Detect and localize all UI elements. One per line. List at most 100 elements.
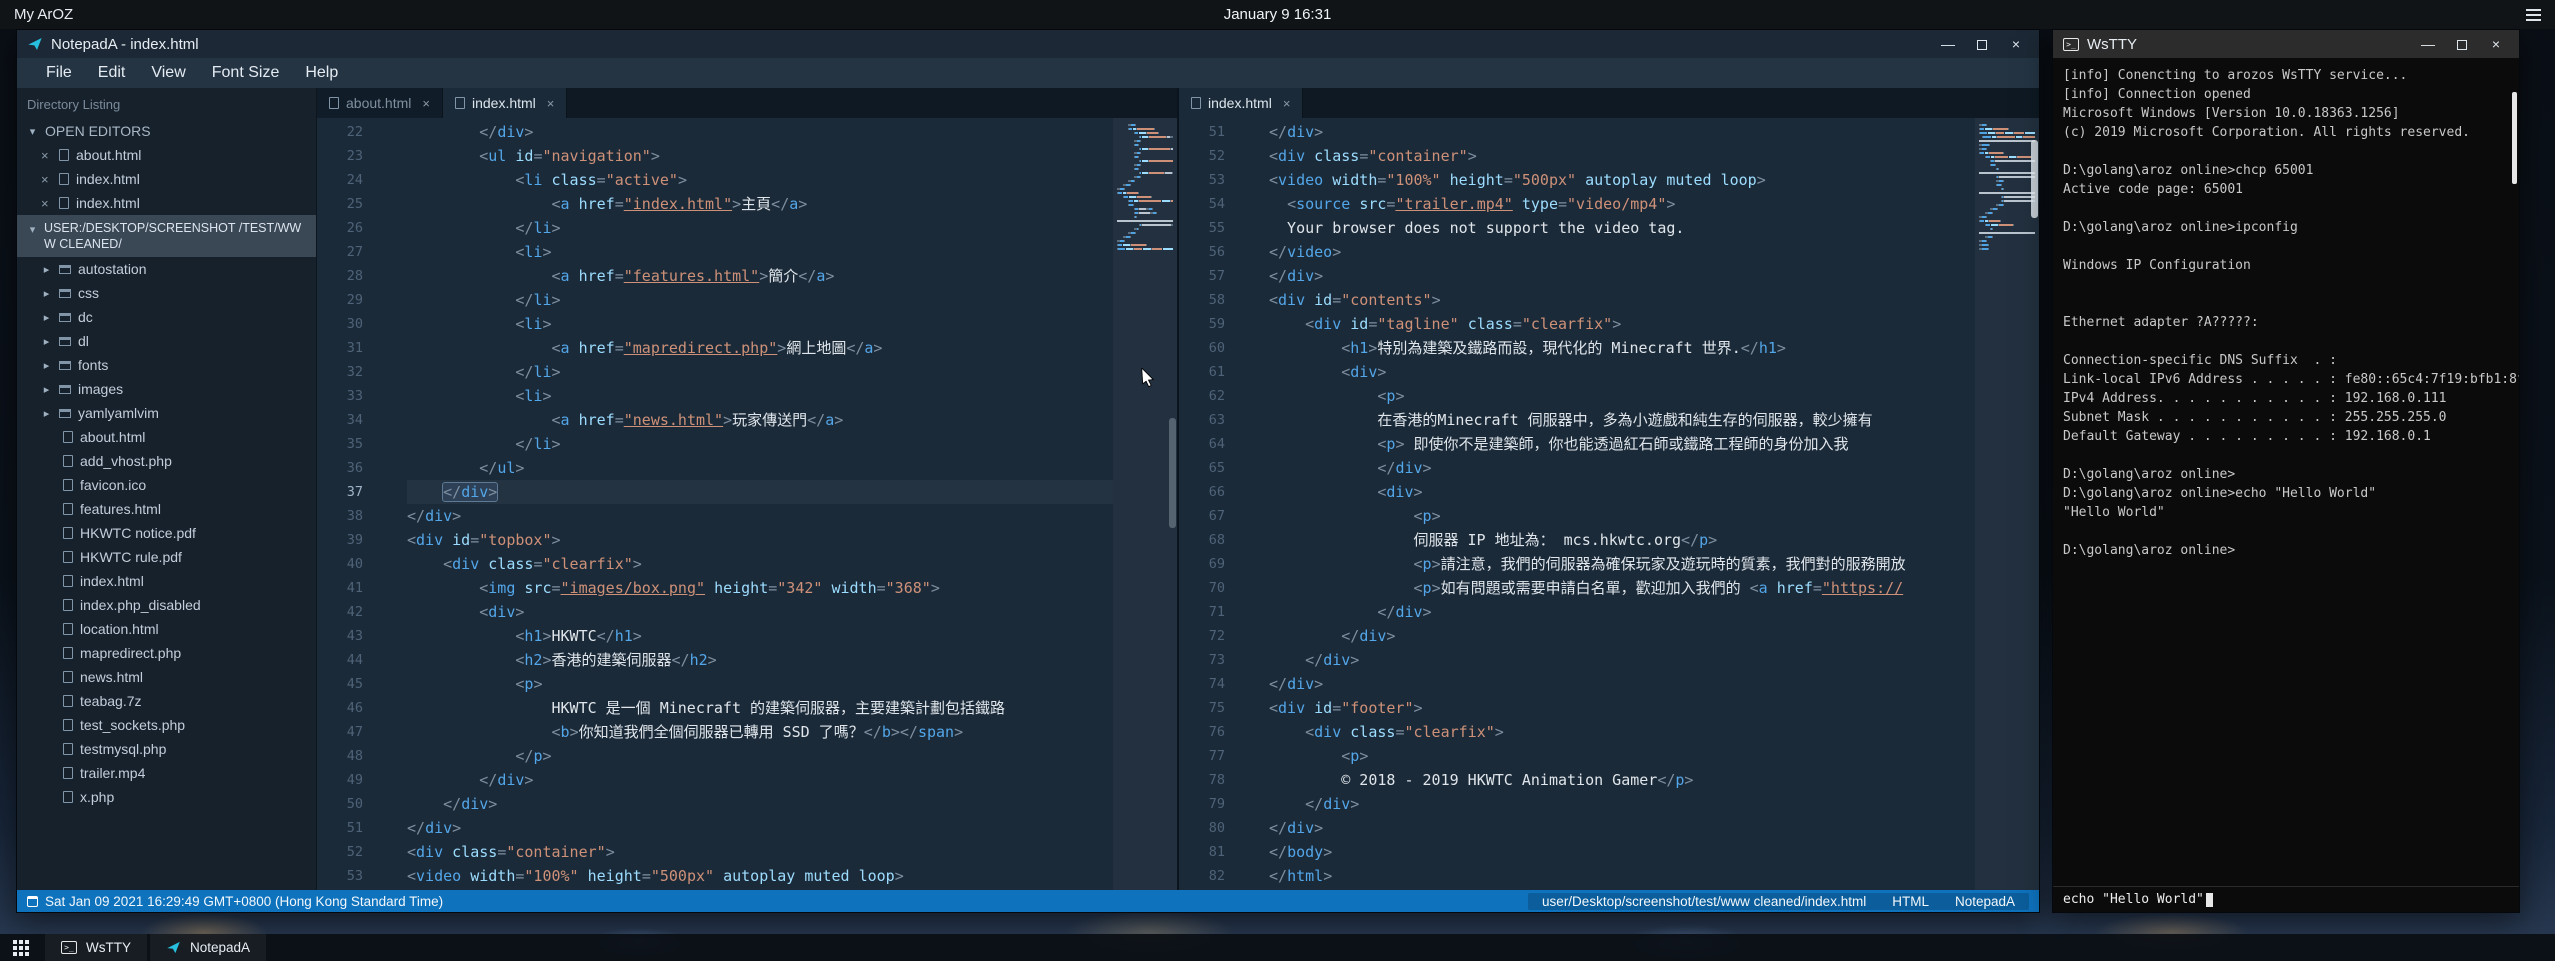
code-line[interactable]: </li> [407, 432, 1113, 456]
tab-about.html[interactable]: about.html× [317, 88, 443, 118]
code-line[interactable]: </div> [407, 120, 1113, 144]
code-line[interactable]: HKWTC 是一個 Minecraft 的建築伺服器，主要建築計劃包括鐵路 [407, 696, 1113, 720]
close-editor-icon[interactable]: × [41, 196, 52, 211]
code-line[interactable]: </div> [1269, 456, 1975, 480]
code-line[interactable]: </div> [1269, 648, 1975, 672]
terminal-output[interactable]: [info] Conencting to arozos WsTTY servic… [2053, 58, 2519, 886]
code-editor-left[interactable]: 2223242526272829303132333435363738394041… [317, 118, 1177, 890]
code-line[interactable]: </div> [1269, 600, 1975, 624]
code-line[interactable]: <img src="images/box.png" height="342" w… [407, 576, 1113, 600]
taskbar-item-notepada[interactable]: NotepadA [150, 934, 266, 961]
code-line[interactable]: <div> [407, 600, 1113, 624]
file-item[interactable]: news.html [17, 665, 316, 689]
folder-item[interactable]: ▸dl [17, 329, 316, 353]
menu-help[interactable]: Help [292, 58, 351, 88]
code-line[interactable]: <a href="index.html">主頁</a> [407, 192, 1113, 216]
file-item[interactable]: about.html [17, 425, 316, 449]
open-editor-item[interactable]: ×about.html [17, 143, 316, 167]
tab-index.html[interactable]: index.html× [443, 88, 567, 118]
code-line[interactable]: </div> [1269, 792, 1975, 816]
open-editor-item[interactable]: ×index.html [17, 167, 316, 191]
folder-item[interactable]: ▸dc [17, 305, 316, 329]
maximize-button[interactable] [2449, 33, 2475, 55]
code-line[interactable]: </div> [1269, 816, 1975, 840]
code-line[interactable]: <ul id="navigation"> [407, 144, 1113, 168]
close-tab-icon[interactable]: × [422, 96, 430, 111]
file-item[interactable]: test_sockets.php [17, 713, 316, 737]
code-line[interactable]: 伺服器 IP 地址為： mcs.hkwtc.org</p> [1269, 528, 1975, 552]
code-line[interactable]: </li> [407, 288, 1113, 312]
taskbar-item-wstty[interactable]: >_WsTTY [45, 934, 147, 961]
code-line[interactable]: <h1>特別為建築及鐵路而設，現代化的 Minecraft 世界.</h1> [1269, 336, 1975, 360]
file-item[interactable]: mapredirect.php [17, 641, 316, 665]
code-line[interactable]: </div> [407, 504, 1113, 528]
code-line[interactable]: </div> [1269, 624, 1975, 648]
code-line[interactable]: <div class="container"> [1269, 144, 1975, 168]
notepad-titlebar[interactable]: NotepadA - index.html — × [17, 30, 2039, 58]
code-line[interactable]: <div id="tagline" class="clearfix"> [1269, 312, 1975, 336]
code-line[interactable]: <video width="100%" height="500px" autop… [407, 864, 1113, 888]
file-item[interactable]: trailer.mp4 [17, 761, 316, 785]
code-line[interactable]: <li> [407, 240, 1113, 264]
code-line[interactable]: <p> [1269, 504, 1975, 528]
code-line[interactable]: <div class="clearfix"> [1269, 720, 1975, 744]
code-line[interactable]: <div id="topbox"> [407, 528, 1113, 552]
close-tab-icon[interactable]: × [1283, 96, 1291, 111]
folder-item[interactable]: ▸yamlyamlvim [17, 401, 316, 425]
folder-item[interactable]: ▸images [17, 377, 316, 401]
code-line[interactable]: <li class="active"> [407, 168, 1113, 192]
editor-scrollbar[interactable] [2030, 118, 2039, 890]
code-line[interactable]: <p> [1269, 744, 1975, 768]
terminal-input-line[interactable]: echo "Hello World" [2053, 886, 2519, 912]
code-line[interactable]: </li> [407, 216, 1113, 240]
file-item[interactable]: features.html [17, 497, 316, 521]
file-item[interactable]: location.html [17, 617, 316, 641]
start-menu-button[interactable] [0, 934, 42, 961]
code-line[interactable]: <p>請注意，我們的伺服器為確保玩家及遊玩時的質素，我們對的服務開放 [1269, 552, 1975, 576]
file-item[interactable]: index.php_disabled [17, 593, 316, 617]
code-line[interactable]: </div> [407, 816, 1113, 840]
menu-file[interactable]: File [33, 58, 85, 88]
file-item[interactable]: teabag.7z [17, 689, 316, 713]
file-item[interactable]: x.php [17, 785, 316, 809]
editor-scrollbar[interactable] [1168, 118, 1177, 890]
code-line[interactable]: <div class="container"> [407, 840, 1113, 864]
close-editor-icon[interactable]: × [41, 172, 52, 187]
file-item[interactable]: HKWTC rule.pdf [17, 545, 316, 569]
code-line[interactable]: <video width="100%" height="500px" autop… [1269, 168, 1975, 192]
code-line[interactable]: </body> [1269, 840, 1975, 864]
aroz-brand-menu[interactable]: My ArOZ [14, 6, 73, 23]
code-line[interactable]: </video> [1269, 240, 1975, 264]
menu-font-size[interactable]: Font Size [199, 58, 293, 88]
file-item[interactable]: testmysql.php [17, 737, 316, 761]
section-open-editors[interactable]: ▾OPEN EDITORS [17, 119, 316, 143]
minimize-button[interactable]: — [1935, 33, 1961, 55]
code-line[interactable]: </div> [1269, 120, 1975, 144]
folder-item[interactable]: ▸css [17, 281, 316, 305]
code-line[interactable]: </p> [407, 744, 1113, 768]
code-line[interactable]: <h1>HKWTC</h1> [407, 624, 1113, 648]
file-item[interactable]: favicon.ico [17, 473, 316, 497]
code-editor-right[interactable]: 5152535455565758596061626364656667686970… [1179, 118, 2039, 890]
code-line[interactable]: <b>你知道我們全個伺服器已轉用 SSD 了嗎？</b></span> [407, 720, 1113, 744]
code-line[interactable]: <a href="news.html">玩家傳送門</a> [407, 408, 1113, 432]
hamburger-menu-icon[interactable] [2526, 9, 2541, 21]
minimize-button[interactable]: — [2415, 33, 2441, 55]
folder-item[interactable]: ▸autostation [17, 257, 316, 281]
code-line[interactable]: </li> [407, 360, 1113, 384]
code-line[interactable]: <div id="contents"> [1269, 288, 1975, 312]
close-tab-icon[interactable]: × [547, 96, 555, 111]
code-line[interactable]: Your browser does not support the video … [1269, 216, 1975, 240]
code-line[interactable]: © 2018 - 2019 HKWTC Animation Gamer</p> [1269, 768, 1975, 792]
status-language[interactable]: HTML [1892, 894, 1929, 909]
code-line[interactable]: <a href="mapredirect.php">網上地圖</a> [407, 336, 1113, 360]
close-button[interactable]: × [2003, 33, 2029, 55]
code-line[interactable]: <div> [1269, 360, 1975, 384]
code-lines[interactable]: </div> <ul id="navigation"> <li class="a… [363, 118, 1113, 890]
status-filepath[interactable]: user/Desktop/screenshot/test/www cleaned… [1542, 894, 1866, 909]
code-line[interactable]: <li> [407, 312, 1113, 336]
code-line[interactable]: <p>如有問題或需要申請白名單，歡迎加入我們的 <a href="https:/… [1269, 576, 1975, 600]
code-line[interactable]: <div id="footer"> [1269, 696, 1975, 720]
folder-item[interactable]: ▸fonts [17, 353, 316, 377]
code-line[interactable]: <p> [1269, 384, 1975, 408]
